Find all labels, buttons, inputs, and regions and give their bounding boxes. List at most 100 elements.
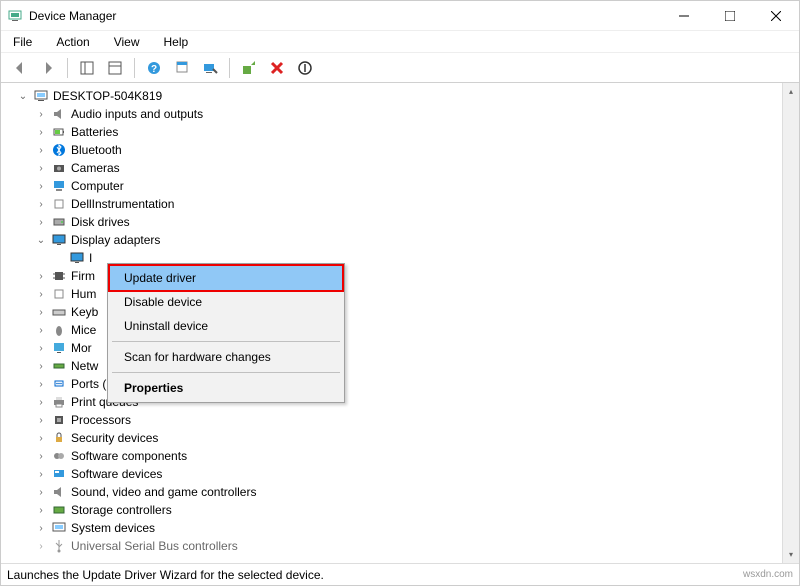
computer-icon: [33, 88, 49, 104]
chevron-right-icon[interactable]: ›: [35, 487, 47, 498]
tree-node-usb[interactable]: ›Universal Serial Bus controllers: [7, 537, 782, 555]
tree-node-disk[interactable]: › Disk drives: [7, 213, 782, 231]
scroll-up-button[interactable]: ▴: [783, 83, 799, 100]
tree-node-system[interactable]: ›System devices: [7, 519, 782, 537]
help-button[interactable]: ?: [143, 57, 165, 79]
tree-node-display[interactable]: ⌄ Display adapters: [7, 231, 782, 249]
menu-help[interactable]: Help: [160, 33, 193, 51]
action-button[interactable]: [171, 57, 193, 79]
chevron-right-icon[interactable]: ›: [35, 145, 47, 156]
mouse-icon: [51, 322, 67, 338]
ctx-properties[interactable]: Properties: [110, 376, 342, 400]
menu-file[interactable]: File: [9, 33, 36, 51]
chevron-right-icon[interactable]: ›: [35, 343, 47, 354]
chevron-right-icon[interactable]: ›: [35, 451, 47, 462]
tree-node-security[interactable]: ›Security devices: [7, 429, 782, 447]
chevron-right-icon[interactable]: ›: [35, 199, 47, 210]
chevron-right-icon[interactable]: ›: [35, 505, 47, 516]
uninstall-button[interactable]: [266, 57, 288, 79]
menubar: File Action View Help: [1, 31, 799, 53]
node-label: Disk drives: [71, 215, 130, 229]
properties-button[interactable]: [104, 57, 126, 79]
battery-icon: [51, 124, 67, 140]
status-text: Launches the Update Driver Wizard for th…: [7, 568, 324, 582]
chevron-right-icon[interactable]: ›: [35, 433, 47, 444]
tree-node-softcomp[interactable]: › Software components: [7, 447, 782, 465]
forward-button[interactable]: [37, 57, 59, 79]
tree-node-storage[interactable]: › Storage controllers: [7, 501, 782, 519]
chevron-right-icon[interactable]: ›: [35, 397, 47, 408]
node-label: Netw: [71, 359, 98, 373]
close-button[interactable]: [753, 1, 799, 30]
chevron-right-icon[interactable]: ›: [35, 127, 47, 138]
ctx-update-driver[interactable]: Update driver: [108, 264, 344, 292]
node-label: Bluetooth: [71, 143, 122, 157]
window-controls: [661, 1, 799, 30]
node-label: Firm: [71, 269, 95, 283]
tree-node-dellinstr[interactable]: ›DellInstrumentation: [7, 195, 782, 213]
chevron-right-icon[interactable]: ›: [35, 415, 47, 426]
chevron-right-icon[interactable]: ›: [35, 325, 47, 336]
chevron-right-icon[interactable]: ›: [35, 523, 47, 534]
chevron-down-icon[interactable]: ⌄: [35, 235, 47, 246]
chevron-right-icon[interactable]: ›: [35, 469, 47, 480]
tree-node-softdev[interactable]: ›Software devices: [7, 465, 782, 483]
toolbar-separator: [229, 58, 230, 78]
node-label: Display adapters: [71, 233, 160, 247]
minimize-button[interactable]: [661, 1, 707, 30]
tree-node-batteries[interactable]: › Batteries: [7, 123, 782, 141]
tree-node-audio[interactable]: ›Audio inputs and outputs: [7, 105, 782, 123]
chevron-right-icon[interactable]: ›: [35, 307, 47, 318]
tree-node-cameras[interactable]: ›Cameras: [7, 159, 782, 177]
device-tree[interactable]: ⌄ DESKTOP-504K819 ›Audio inputs and outp…: [1, 83, 782, 563]
node-label: DESKTOP-504K819: [53, 89, 162, 103]
bluetooth-icon: [51, 142, 67, 158]
node-label: Keyb: [71, 305, 98, 319]
pc-icon: [51, 178, 67, 194]
node-label: Sound, video and game controllers: [71, 485, 256, 499]
back-button[interactable]: [9, 57, 31, 79]
chevron-down-icon[interactable]: ⌄: [17, 91, 29, 102]
window-title: Device Manager: [29, 9, 661, 23]
tree-node-sound[interactable]: › Sound, video and game controllers: [7, 483, 782, 501]
chevron-right-icon[interactable]: ›: [35, 217, 47, 228]
tree-node-bluetooth[interactable]: › Bluetooth: [7, 141, 782, 159]
show-hide-tree-button[interactable]: [76, 57, 98, 79]
storage-icon: [51, 502, 67, 518]
chevron-right-icon[interactable]: ›: [35, 181, 47, 192]
disk-icon: [51, 214, 67, 230]
network-icon: [51, 358, 67, 374]
ctx-scan-hardware[interactable]: Scan for hardware changes: [110, 345, 342, 369]
scan-hardware-button[interactable]: [199, 57, 221, 79]
ctx-uninstall-device[interactable]: Uninstall device: [110, 314, 342, 338]
security-icon: [51, 430, 67, 446]
scroll-down-button[interactable]: ▾: [783, 546, 799, 563]
update-driver-button[interactable]: [238, 57, 260, 79]
device-icon: [51, 196, 67, 212]
chevron-right-icon[interactable]: ›: [35, 379, 47, 390]
menu-view[interactable]: View: [110, 33, 144, 51]
hid-icon: [51, 286, 67, 302]
ctx-disable-device[interactable]: Disable device: [110, 290, 342, 314]
disable-button[interactable]: [294, 57, 316, 79]
chevron-right-icon[interactable]: ›: [35, 361, 47, 372]
chevron-right-icon[interactable]: ›: [35, 163, 47, 174]
tree-node-computer[interactable]: ›Computer: [7, 177, 782, 195]
node-label: Batteries: [71, 125, 118, 139]
chevron-right-icon[interactable]: ›: [35, 271, 47, 282]
tree-node-processors[interactable]: ›Processors: [7, 411, 782, 429]
node-label: Mor: [71, 341, 92, 355]
node-label: Storage controllers: [71, 503, 172, 517]
chevron-right-icon[interactable]: ›: [35, 109, 47, 120]
tree-root[interactable]: ⌄ DESKTOP-504K819: [7, 87, 782, 105]
keyboard-icon: [51, 304, 67, 320]
chevron-right-icon[interactable]: ›: [35, 541, 47, 552]
node-label: I: [89, 251, 92, 265]
display-icon: [51, 232, 67, 248]
vertical-scrollbar[interactable]: ▴ ▾: [782, 83, 799, 563]
chevron-right-icon[interactable]: ›: [35, 289, 47, 300]
menu-action[interactable]: Action: [52, 33, 93, 51]
toolbar-separator: [67, 58, 68, 78]
maximize-button[interactable]: [707, 1, 753, 30]
node-label: Software components: [71, 449, 187, 463]
